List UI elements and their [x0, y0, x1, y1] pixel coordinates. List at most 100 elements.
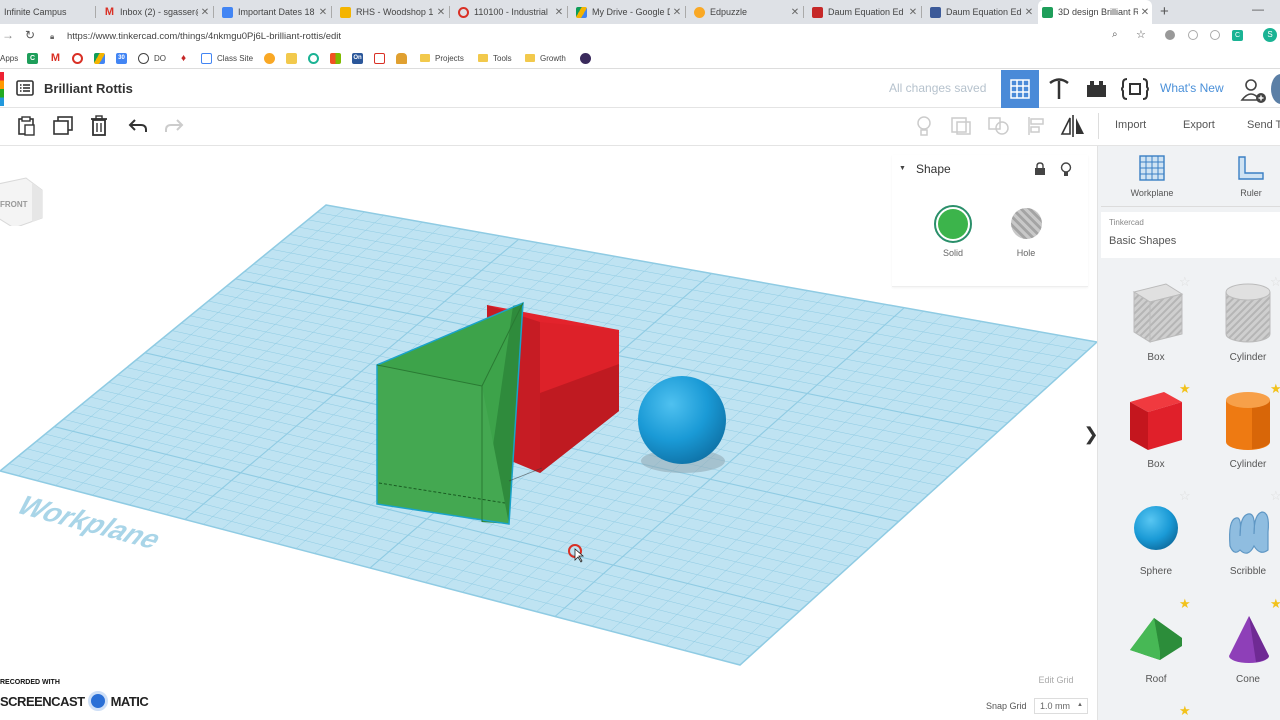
collapse-triangle-icon[interactable]: ▼: [899, 165, 906, 172]
back-arrow-icon[interactable]: →: [2, 28, 14, 42]
tab-my-drive[interactable]: My Drive - Google D ✕: [572, 0, 684, 24]
extension-icon[interactable]: [1210, 30, 1220, 40]
close-tab-icon[interactable]: ✕: [552, 7, 566, 18]
group-icon[interactable]: [950, 116, 972, 136]
cylinder-hole-shape[interactable]: [1222, 280, 1274, 346]
tab-infinite-campus[interactable]: Infinite Campus: [0, 0, 94, 24]
favorite-star-icon[interactable]: ★: [1270, 596, 1280, 612]
bookmark-do[interactable]: DO: [138, 52, 166, 64]
favorite-star-icon[interactable]: ☆: [1270, 488, 1280, 504]
tab-edpuzzle[interactable]: Edpuzzle ✕: [690, 0, 802, 24]
pickaxe-icon[interactable]: [1046, 77, 1072, 101]
send-to-button[interactable]: Send To: [1247, 119, 1280, 131]
view-cube[interactable]: FRONT: [0, 172, 46, 229]
favorite-star-icon[interactable]: ★: [1179, 381, 1191, 397]
duplicate-icon[interactable]: [52, 116, 74, 136]
tab-inbox[interactable]: M Inbox (2) - sgasser@ ✕: [100, 0, 212, 24]
hole-button[interactable]: [1011, 208, 1042, 239]
cylinder-shape[interactable]: [1222, 388, 1274, 454]
new-tab-button[interactable]: +: [1160, 3, 1169, 20]
blue-sphere[interactable]: [638, 376, 726, 464]
bookmark-red[interactable]: [374, 52, 390, 64]
extension-icon[interactable]: [1165, 30, 1175, 40]
profile-avatar[interactable]: S: [1263, 28, 1277, 42]
undo-icon[interactable]: [128, 118, 148, 134]
roof-shape[interactable]: [1126, 612, 1186, 664]
tab-daum-1[interactable]: Daum Equation Ed ✕: [808, 0, 920, 24]
lock-icon[interactable]: [1034, 162, 1046, 176]
tab-daum-2[interactable]: Daum Equation Ed ✕: [926, 0, 1036, 24]
export-button[interactable]: Export: [1183, 119, 1215, 131]
import-button[interactable]: Import: [1115, 119, 1146, 131]
bookmark-classroom[interactable]: C: [27, 52, 43, 64]
bookmark-folder-growth[interactable]: Growth: [525, 52, 566, 64]
design-title[interactable]: Brilliant Rottis: [44, 81, 133, 96]
bookmark-tool[interactable]: [286, 52, 302, 64]
mirror-icon[interactable]: [1060, 114, 1086, 138]
snap-grid-select[interactable]: 1.0 mm ▲: [1034, 698, 1088, 714]
lightbulb-icon[interactable]: [1060, 162, 1072, 177]
close-tab-icon[interactable]: ✕: [316, 7, 330, 18]
bookmark-drive[interactable]: [94, 52, 110, 64]
3d-view-button[interactable]: [1001, 70, 1039, 108]
minimize-icon[interactable]: —: [1252, 2, 1264, 16]
bookmark-folder-projects[interactable]: Projects: [420, 52, 464, 64]
paste-icon[interactable]: [16, 116, 36, 136]
reload-icon[interactable]: ↻: [25, 28, 35, 42]
tab-important-dates[interactable]: Important Dates 18 ✕: [218, 0, 330, 24]
bookmark-calendar[interactable]: 30: [116, 52, 132, 64]
sphere-shape[interactable]: [1130, 504, 1182, 556]
close-tab-icon[interactable]: ✕: [670, 7, 684, 18]
redo-icon[interactable]: [164, 118, 184, 134]
scribble-shape[interactable]: [1224, 506, 1276, 560]
cone-shape[interactable]: [1226, 612, 1272, 668]
extension-icon[interactable]: C: [1232, 30, 1243, 41]
add-user-icon[interactable]: [1240, 78, 1268, 104]
favorite-star-icon[interactable]: ★: [1179, 596, 1191, 612]
bookmark-gmail[interactable]: M: [50, 52, 66, 64]
align-icon[interactable]: [1027, 116, 1047, 136]
whats-new-link[interactable]: What's New: [1160, 81, 1224, 95]
close-tab-icon[interactable]: ✕: [1138, 7, 1152, 18]
box-hole-shape[interactable]: [1124, 280, 1186, 346]
favorite-star-icon[interactable]: ★: [1270, 381, 1280, 397]
bookmark-hat[interactable]: [396, 52, 412, 64]
bookmark-edpuzzle[interactable]: [264, 52, 280, 64]
box-shape[interactable]: [1124, 388, 1186, 454]
extension-icon[interactable]: [1188, 30, 1198, 40]
url-field[interactable]: 🔒︎ https://www.tinkercad.com/things/4nkm…: [50, 28, 1140, 44]
ruler-tool-label[interactable]: Ruler: [1216, 188, 1280, 198]
lightbulb-icon[interactable]: [914, 115, 934, 137]
favorite-star-icon[interactable]: ☆: [1179, 274, 1191, 290]
bookmark-onenote[interactable]: On: [352, 52, 368, 64]
bricks-icon[interactable]: [1086, 79, 1108, 99]
tinkercad-logo[interactable]: [0, 72, 4, 106]
favorite-star-icon[interactable]: ★: [1179, 703, 1191, 719]
bookmark-owl[interactable]: [580, 52, 596, 64]
solid-color-button[interactable]: [934, 205, 972, 243]
bookmark-grid[interactable]: [330, 52, 346, 64]
favorite-star-icon[interactable]: ☆: [1270, 274, 1280, 290]
codeblocks-icon[interactable]: [1121, 77, 1149, 101]
close-tab-icon[interactable]: ✕: [906, 7, 920, 18]
edit-grid-button[interactable]: Edit Grid: [1020, 675, 1092, 689]
trash-icon[interactable]: [90, 115, 108, 137]
ruler-tool-icon[interactable]: [1237, 155, 1265, 181]
bookmark-flag[interactable]: ♦: [178, 52, 194, 64]
close-tab-icon[interactable]: ✕: [198, 7, 212, 18]
ungroup-icon[interactable]: [988, 116, 1010, 136]
bookmark-apps[interactable]: Apps: [0, 52, 18, 64]
bookmark-swirl[interactable]: [308, 52, 324, 64]
close-tab-icon[interactable]: ✕: [434, 7, 448, 18]
design-list-icon[interactable]: [16, 80, 34, 96]
tab-3d-design[interactable]: 3D design Brilliant R ✕: [1038, 0, 1152, 24]
favorite-star-icon[interactable]: ☆: [1179, 488, 1191, 504]
workplane-tool-icon[interactable]: [1139, 155, 1165, 181]
bookmark-folder-tools[interactable]: Tools: [478, 52, 512, 64]
workplane-tool-label[interactable]: Workplane: [1117, 188, 1187, 198]
tab-woodshop[interactable]: RHS - Woodshop 1 ✕: [336, 0, 448, 24]
close-tab-icon[interactable]: ✕: [788, 7, 802, 18]
bookmark-class-site[interactable]: Class Site: [201, 52, 253, 64]
close-tab-icon[interactable]: ✕: [1022, 7, 1036, 18]
bookmark-target[interactable]: [72, 52, 88, 64]
